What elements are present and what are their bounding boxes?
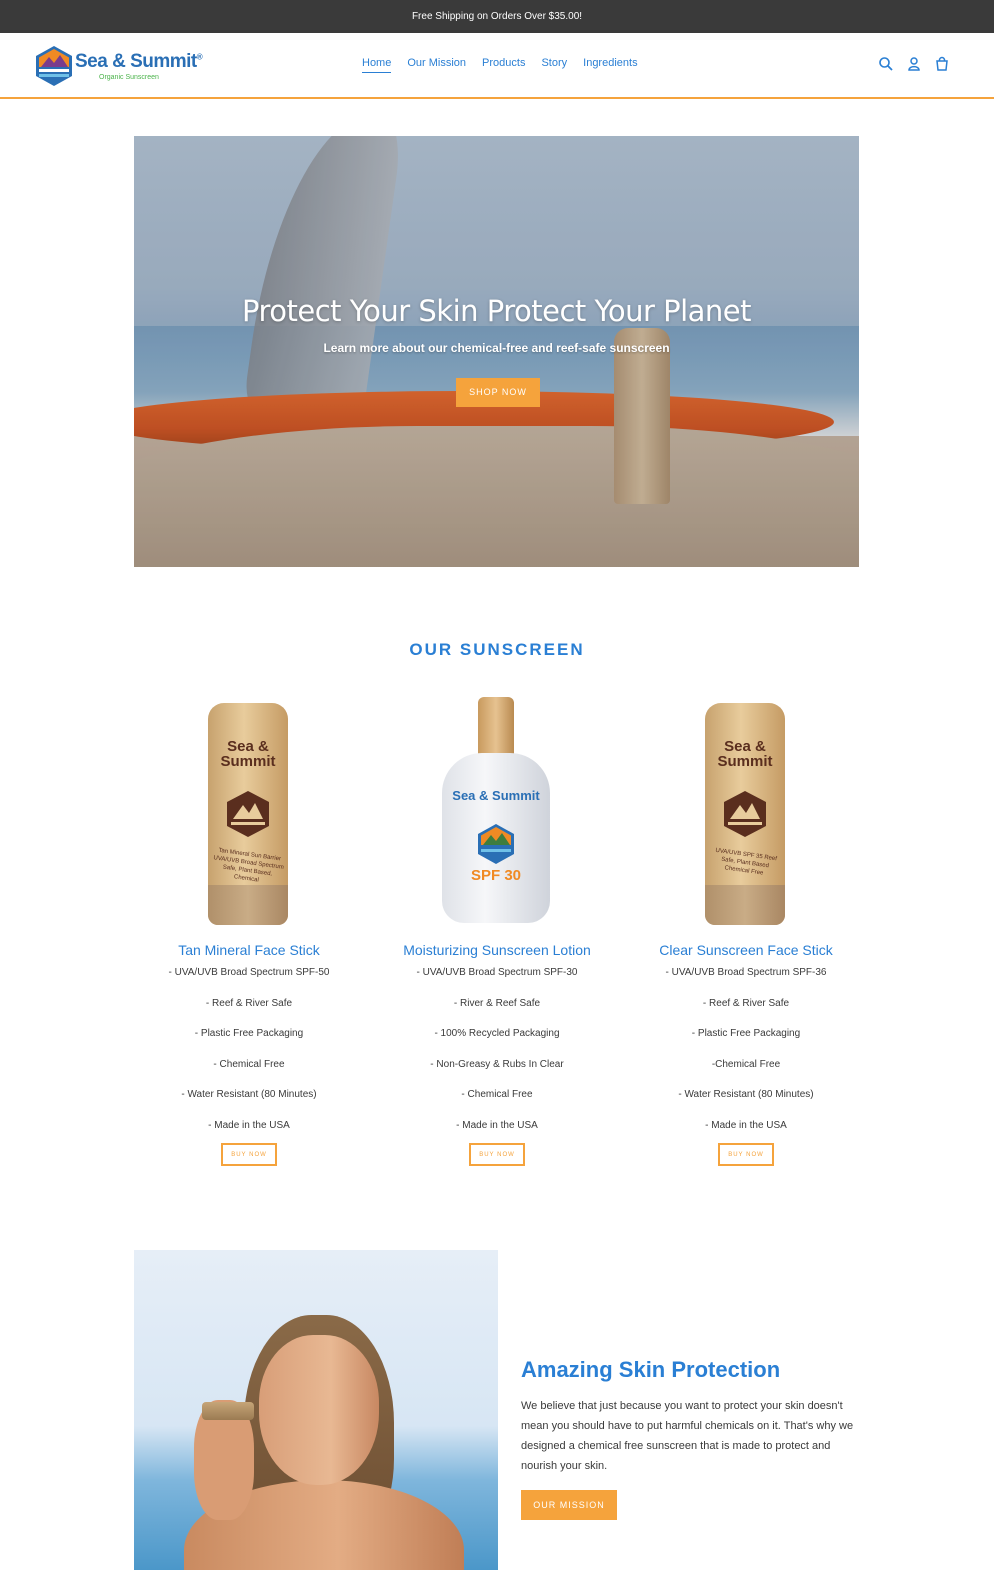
nav-our-mission[interactable]: Our Mission — [407, 57, 466, 73]
stick-label-text: UVA/UVB SPF 35 Reef Safe, Plant Based Ch… — [715, 847, 778, 877]
announcement-bar: Free Shipping on Orders Over $35.00! — [0, 0, 994, 33]
product-title[interactable]: Clear Sunscreen Face Stick — [621, 942, 871, 958]
product-image[interactable]: Sea & Summit Tan Mineral Sun Barrier UVA… — [124, 695, 374, 930]
buy-now-button[interactable]: BUY NOW — [469, 1143, 525, 1166]
mountain-hex-icon — [478, 824, 514, 864]
product-feature: - Non-Greasy & Rubs In Clear — [430, 1058, 564, 1070]
stick-base — [705, 885, 785, 925]
product-feature: - UVA/UVB Broad Spectrum SPF-50 — [168, 967, 330, 978]
shop-now-button[interactable]: SHOP NOW — [456, 378, 540, 407]
mountain-hex-icon — [724, 791, 766, 837]
product-feature: - Reef & River Safe — [205, 997, 293, 1009]
hero-banner: Protect Your Skin Protect Your Planet Le… — [134, 136, 859, 567]
product-feature: - UVA/UVB Broad Spectrum SPF-30 — [416, 967, 578, 978]
nav-products[interactable]: Products — [482, 57, 525, 73]
brand-logo[interactable]: Sea & Summit® Organic Sunscreen — [33, 43, 203, 89]
product-image[interactable]: Sea & Summit UVA/UVB SPF 35 Reef Safe, P… — [621, 695, 871, 930]
stick-label-text: Tan Mineral Sun Barrier UVA/UVB Broad Sp… — [213, 847, 285, 884]
section-title: OUR SUNSCREEN — [409, 640, 585, 659]
brand-name: Sea & Summit® — [75, 51, 203, 72]
woman-face — [259, 1335, 379, 1485]
feature-body: We believe that just because you want to… — [521, 1400, 854, 1472]
product-title[interactable]: Tan Mineral Face Stick — [124, 942, 374, 958]
lotion-bottle: Sea & Summit SPF 30 — [440, 697, 552, 923]
bottle-spf-text: SPF 30 — [470, 867, 522, 884]
product-card: Sea & Summit Tan Mineral Sun Barrier UVA… — [124, 695, 374, 1166]
applied-sunscreen-stick — [202, 1402, 254, 1420]
product-feature: - Chemical Free — [461, 1089, 533, 1100]
mountain-hex-icon — [227, 791, 269, 837]
stick-base — [208, 885, 288, 925]
hero-title: Protect Your Skin Protect Your Planet — [241, 294, 752, 328]
product-feature: - Water Resistant (80 Minutes) — [181, 1089, 317, 1100]
product-card: Sea & Summit UVA/UVB SPF 35 Reef Safe, P… — [621, 695, 871, 1166]
brand-tagline: Organic Sunscreen — [99, 74, 159, 81]
site-header: Sea & Summit® Organic Sunscreen Home Our… — [0, 33, 994, 99]
face-stick: Sea & Summit UVA/UVB SPF 35 Reef Safe, P… — [705, 703, 785, 925]
product-feature: - Plastic Free Packaging — [691, 1028, 801, 1039]
nav-story[interactable]: Story — [541, 57, 567, 73]
bottle-cap — [478, 697, 514, 757]
stick-brand-text: Sea & Summit — [220, 738, 276, 770]
product-feature: - Made in the USA — [208, 1119, 290, 1131]
account-icon[interactable] — [906, 56, 922, 72]
product-feature: - Plastic Free Packaging — [194, 1028, 304, 1039]
main-nav: Home Our Mission Products Story Ingredie… — [362, 57, 638, 73]
nav-ingredients[interactable]: Ingredients — [583, 57, 637, 73]
product-feature: - Chemical Free — [213, 1058, 285, 1070]
product-feature: - UVA/UVB Broad Spectrum SPF-36 — [665, 967, 827, 978]
header-icons — [878, 56, 950, 72]
product-feature: - Made in the USA — [456, 1119, 538, 1131]
buy-now-button[interactable]: BUY NOW — [221, 1143, 277, 1166]
feature-title: Amazing Skin Protection — [521, 1357, 781, 1382]
product-feature: - River & Reef Safe — [453, 997, 541, 1009]
search-icon[interactable] — [878, 56, 894, 72]
bottle-brand-text: Sea & Summit — [452, 788, 540, 803]
product-feature: - Water Resistant (80 Minutes) — [678, 1089, 814, 1100]
product-feature: - Made in the USA — [705, 1119, 787, 1131]
product-feature: -Chemical Free — [711, 1058, 781, 1070]
face-stick: Sea & Summit Tan Mineral Sun Barrier UVA… — [208, 703, 288, 925]
hero-subtitle: Learn more about our chemical-free and r… — [323, 341, 670, 355]
cart-icon[interactable] — [934, 56, 950, 72]
buy-now-button[interactable]: BUY NOW — [718, 1143, 774, 1166]
stick-brand-text: Sea & Summit — [717, 738, 773, 770]
our-mission-button[interactable]: OUR MISSION — [521, 1490, 617, 1520]
product-feature: - 100% Recycled Packaging — [434, 1028, 560, 1039]
product-feature: - Reef & River Safe — [702, 997, 790, 1009]
product-image[interactable]: Sea & Summit SPF 30 — [372, 695, 622, 930]
announcement-text: Free Shipping on Orders Over $35.00! — [411, 11, 583, 22]
feature-image — [134, 1250, 498, 1570]
mountain-hex-icon — [36, 46, 72, 86]
product-card: Sea & Summit SPF 30 Moisturizing Sunscre… — [372, 695, 622, 1166]
product-title[interactable]: Moisturizing Sunscreen Lotion — [372, 942, 622, 958]
nav-home[interactable]: Home — [362, 57, 392, 73]
